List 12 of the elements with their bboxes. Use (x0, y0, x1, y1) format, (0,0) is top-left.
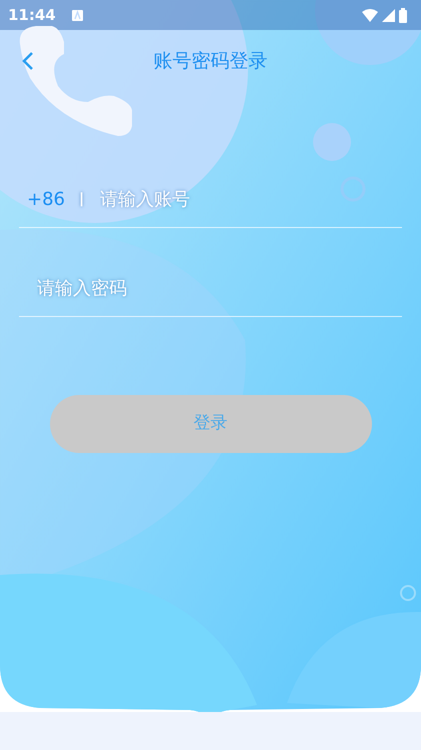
separator: | (79, 190, 84, 209)
decor-circle (313, 123, 351, 161)
back-icon (22, 50, 34, 71)
page-title: 账号密码登录 (154, 48, 268, 74)
country-code[interactable]: +86 (27, 186, 65, 213)
account-input[interactable]: 请输入账号 (98, 185, 402, 214)
status-time: 11:44 (8, 4, 56, 26)
decor-ring (400, 585, 416, 601)
signal-icon (382, 8, 395, 22)
wifi-icon (362, 8, 378, 22)
password-input[interactable]: 请输入密码 (35, 274, 402, 303)
battery-icon (399, 8, 407, 22)
